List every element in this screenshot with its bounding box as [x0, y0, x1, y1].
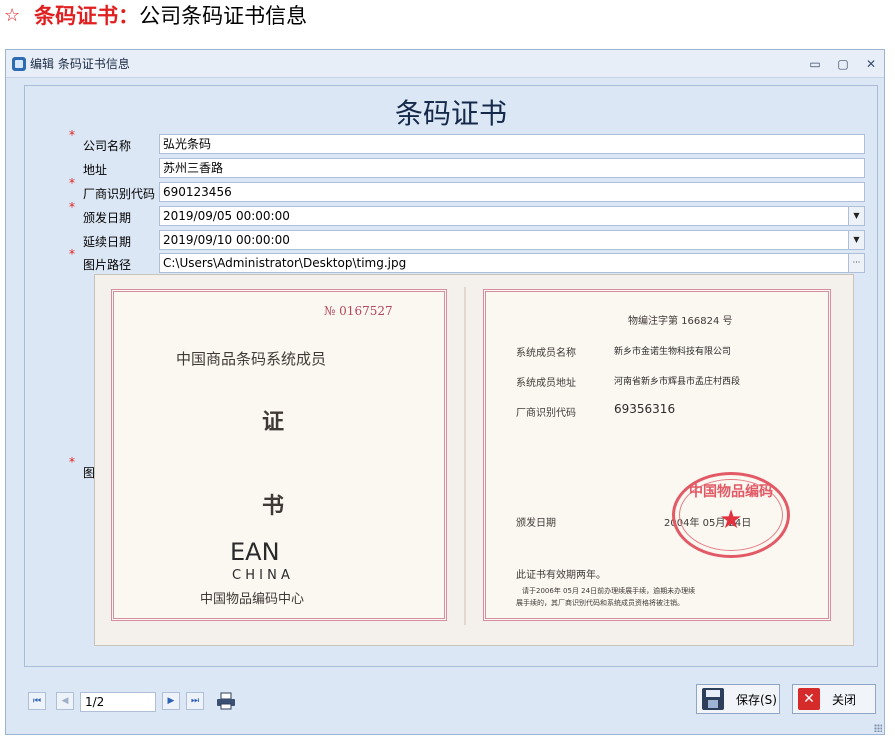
- renew-date-picker[interactable]: 2019/09/10 00:00:00 ▼: [159, 230, 865, 250]
- dialog-titlebar: 编辑 条码证书信息 ▭ ▢ ✕: [6, 50, 884, 78]
- page-indicator[interactable]: 1/2: [80, 692, 156, 712]
- form-title: 条码证书: [394, 97, 507, 130]
- renew-date-label: 延续日期: [83, 235, 132, 249]
- company-name-label: 公司名称: [83, 139, 132, 153]
- center-name: 中国物品编码中心: [200, 592, 305, 607]
- image-path-input[interactable]: C:\Users\Administrator\Desktop\timg.jpg …: [159, 253, 865, 273]
- page-header-category: 条码证书：: [34, 4, 140, 28]
- next-page-button[interactable]: ▶: [162, 692, 180, 710]
- member-name-label: 系统成员名称: [516, 348, 576, 359]
- member-address-label: 系统成员地址: [516, 378, 576, 389]
- save-button[interactable]: 保存(S): [696, 684, 780, 714]
- cert-char-1: 证: [262, 409, 285, 435]
- issue-date-value: 2019/09/05 00:00:00: [163, 209, 290, 223]
- issue-date-cert-label: 颁发日期: [516, 518, 556, 529]
- save-icon: [702, 688, 724, 710]
- row-image-path: * 图片路径 C:\Users\Administrator\Desktop\ti…: [25, 247, 877, 273]
- issue-date-label: 颁发日期: [83, 211, 132, 225]
- star-icon: ☆: [4, 4, 21, 26]
- renew-date-value: 2019/09/10 00:00:00: [163, 233, 290, 247]
- certificate-image[interactable]: № 0167527 中国商品条码系统成员 证 书 EAN C H I N A 中…: [94, 274, 854, 646]
- page-header-title: 公司条码证书信息: [139, 4, 308, 28]
- renewal-note-2: 展手续的，其厂商识别代码和系统成员资格将被注销。: [516, 599, 684, 607]
- seal-text: 中国物品编码: [689, 484, 773, 500]
- vendor-code-input[interactable]: 690123456: [159, 182, 865, 202]
- image-path-label: 图片路径: [83, 258, 132, 272]
- cert-char-2: 书: [262, 493, 285, 519]
- company-name-input[interactable]: 弘光条码: [159, 134, 865, 154]
- edit-dialog: 编辑 条码证书信息 ▭ ▢ ✕ 条码证书 * 公司名称 弘光条码 地址 苏州三香…: [5, 49, 885, 735]
- minimize-button[interactable]: ▭: [808, 57, 822, 71]
- star-icon: ★: [719, 505, 743, 535]
- certificate-fold: [464, 287, 466, 625]
- row-issue-date: * 颁发日期 2019/09/05 00:00:00 ▼: [25, 200, 877, 226]
- reg-number: 物编注字第 166824 号: [628, 316, 733, 327]
- page-header: ☆ 条码证书： 公司条码证书信息: [4, 0, 307, 30]
- maximize-button[interactable]: ▢: [836, 57, 850, 71]
- cert-vendor-code-label: 厂商识别代码: [516, 408, 576, 419]
- dialog-title: 编辑 条码证书信息: [30, 57, 130, 71]
- issue-date-picker[interactable]: 2019/09/05 00:00:00 ▼: [159, 206, 865, 226]
- close-window-button[interactable]: ✕: [864, 57, 878, 71]
- address-label: 地址: [83, 163, 108, 177]
- chevron-down-icon[interactable]: ▼: [848, 231, 864, 249]
- print-icon[interactable]: [216, 692, 236, 710]
- required-mark: *: [69, 200, 75, 214]
- save-button-label: 保存(S): [736, 692, 777, 707]
- image-path-value: C:\Users\Administrator\Desktop\timg.jpg: [163, 256, 407, 270]
- renewal-note-1: 请于2006年 05月 24日前办理续展手续，逾期未办理续: [522, 587, 696, 595]
- china-logo: C H I N A: [232, 568, 290, 583]
- required-mark: *: [69, 247, 75, 261]
- required-mark: *: [69, 128, 75, 142]
- resize-grip-icon[interactable]: [874, 724, 882, 732]
- cert-vendor-code: 69356316: [614, 402, 676, 416]
- certificate-number: № 0167527: [324, 304, 393, 318]
- last-page-button[interactable]: ⏭: [186, 692, 204, 710]
- row-vendor-code: * 厂商识别代码 690123456: [25, 176, 877, 202]
- row-address: 地址 苏州三香路: [25, 158, 877, 178]
- member-address: 河南省新乡市辉县市孟庄村西段: [614, 377, 741, 387]
- required-mark: *: [69, 176, 75, 190]
- close-icon: ✕: [798, 688, 820, 710]
- prev-page-button[interactable]: ◀: [56, 692, 74, 710]
- ean-logo: EAN: [230, 538, 280, 566]
- dialog-footer: ⏮ ◀ 1/2 ▶ ⏭ 保存(S) ✕ 关闭: [6, 672, 884, 734]
- app-icon: [12, 56, 26, 71]
- certificate-left-page: № 0167527 中国商品条码系统成员 证 书 EAN C H I N A 中…: [111, 289, 447, 621]
- chevron-down-icon[interactable]: ▼: [848, 207, 864, 225]
- vendor-code-label: 厂商识别代码: [83, 187, 156, 201]
- member-title: 中国商品条码系统成员: [176, 350, 327, 368]
- seal-stamp: 中国物品编码 ★: [672, 472, 790, 558]
- close-button[interactable]: ✕ 关闭: [792, 684, 876, 714]
- browse-icon[interactable]: ···: [848, 254, 864, 272]
- row-renew-date: 延续日期 2019/09/10 00:00:00 ▼: [25, 230, 877, 250]
- row-company-name: * 公司名称 弘光条码: [25, 128, 877, 154]
- certificate-right-page: 物编注字第 166824 号 系统成员名称 新乡市金诺生物科技有限公司 系统成员…: [483, 289, 831, 621]
- required-mark: *: [69, 455, 75, 469]
- member-name: 新乡市金诺生物科技有限公司: [614, 347, 732, 357]
- close-button-label: 关闭: [832, 692, 857, 707]
- validity-note: 此证书有效期两年。: [516, 570, 606, 581]
- first-page-button[interactable]: ⏮: [28, 692, 46, 710]
- address-input[interactable]: 苏州三香路: [159, 158, 865, 178]
